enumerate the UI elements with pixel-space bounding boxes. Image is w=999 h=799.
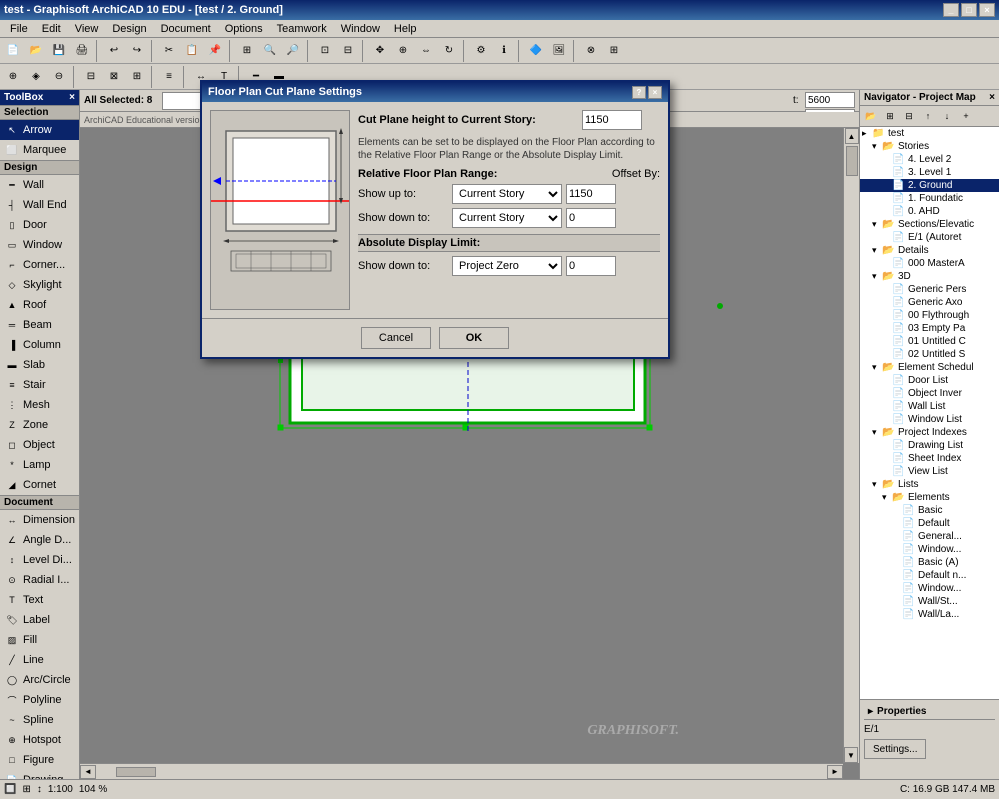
show-down-to-offset-input[interactable] bbox=[566, 208, 616, 228]
dialog-preview-svg bbox=[211, 111, 350, 310]
abs-show-down-label: Show down to: bbox=[358, 260, 448, 272]
show-up-to-offset-input[interactable] bbox=[566, 184, 616, 204]
offset-by-label: Offset By: bbox=[612, 168, 660, 180]
status-icon2: ⊞ bbox=[22, 784, 30, 795]
dialog-description: Elements can be set to be displayed on t… bbox=[358, 136, 660, 162]
cut-plane-dialog: Floor Plan Cut Plane Settings ? × bbox=[200, 80, 670, 359]
dialog-help-btn[interactable]: ? bbox=[632, 86, 646, 99]
status-scale: 1:100 bbox=[48, 784, 73, 795]
status-memory: C: 16.9 GB 147.4 MB bbox=[900, 784, 995, 795]
show-up-to-label: Show up to: bbox=[358, 188, 448, 200]
status-icon1: 🔲 bbox=[4, 784, 16, 795]
show-down-to-row: Show down to: Current Story bbox=[358, 208, 660, 228]
statusbar: 🔲 ⊞ ↕ 1:100 104 % C: 16.9 GB 147.4 MB bbox=[0, 779, 999, 799]
status-zoom: 104 % bbox=[79, 784, 107, 795]
show-up-to-select[interactable]: Current Story bbox=[452, 184, 562, 204]
cut-plane-label: Cut Plane height to Current Story: bbox=[358, 114, 578, 126]
dialog-close-btn[interactable]: × bbox=[648, 86, 662, 99]
dialog-content: Cut Plane height to Current Story: Eleme… bbox=[358, 110, 660, 310]
abs-show-down-offset-input[interactable] bbox=[566, 256, 616, 276]
cut-plane-input[interactable] bbox=[582, 110, 642, 130]
dialog-body: Cut Plane height to Current Story: Eleme… bbox=[202, 102, 668, 318]
cancel-button[interactable]: Cancel bbox=[361, 327, 431, 349]
absolute-section-header: Absolute Display Limit: bbox=[358, 234, 660, 252]
dialog-preview bbox=[210, 110, 350, 310]
relative-section-label: Relative Floor Plan Range: bbox=[358, 168, 497, 180]
show-down-to-label: Show down to: bbox=[358, 212, 448, 224]
abs-show-down-row: Show down to: Project Zero bbox=[358, 256, 660, 276]
abs-show-down-select[interactable]: Project Zero bbox=[452, 256, 562, 276]
dialog-titlebar-controls: ? × bbox=[632, 86, 662, 99]
show-down-to-select[interactable]: Current Story bbox=[452, 208, 562, 228]
show-up-to-row: Show up to: Current Story bbox=[358, 184, 660, 204]
ok-button[interactable]: OK bbox=[439, 327, 509, 349]
cut-plane-row: Cut Plane height to Current Story: bbox=[358, 110, 660, 130]
dialog-buttons: Cancel OK bbox=[202, 318, 668, 357]
relative-header: Relative Floor Plan Range: Offset By: bbox=[358, 168, 660, 180]
dialog-title: Floor Plan Cut Plane Settings bbox=[208, 86, 362, 98]
dialog-titlebar: Floor Plan Cut Plane Settings ? × bbox=[202, 82, 668, 102]
dialog-overlay: Floor Plan Cut Plane Settings ? × bbox=[0, 0, 999, 799]
status-icon3: ↕ bbox=[37, 784, 42, 795]
